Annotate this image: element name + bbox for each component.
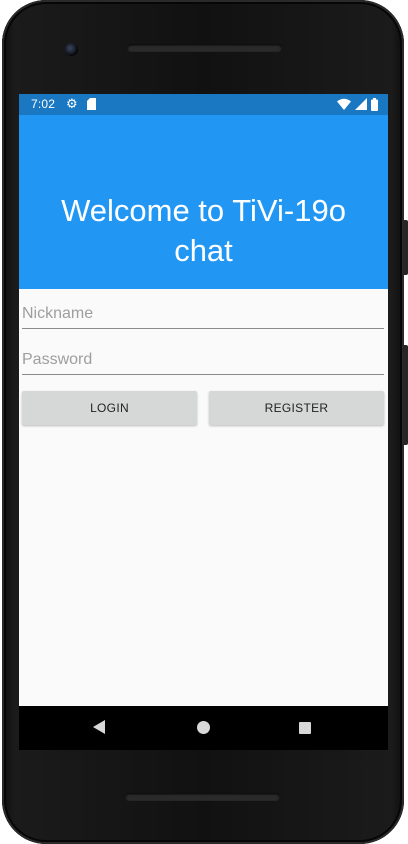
gear-icon: ⚙ [66,96,78,111]
back-icon[interactable] [93,720,105,734]
app-bar: Welcome to TiVi-19o chat [19,115,388,289]
volume-button [403,345,408,445]
page-title: Welcome to TiVi-19o chat [61,193,346,268]
navigation-bar [19,706,388,750]
cell-signal-icon [355,98,367,110]
register-button[interactable]: REGISTER [209,391,384,425]
power-button [403,220,408,275]
bottom-speaker [125,793,280,801]
password-input[interactable] [22,340,384,374]
nickname-field[interactable] [22,294,384,329]
status-right-icons [333,98,378,111]
status-time: 7:02 [31,97,56,111]
login-button[interactable]: LOGIN [22,391,197,425]
home-icon[interactable] [197,721,210,734]
recents-icon[interactable] [299,722,311,734]
top-speaker [127,44,282,52]
battery-icon [371,98,378,111]
password-field[interactable] [22,340,384,375]
sd-card-icon [87,98,96,113]
status-bar: 7:02 ⚙ [19,94,388,115]
front-camera-icon [65,43,78,56]
wifi-icon [337,98,351,110]
app-screen: 7:02 ⚙ Welcome to TiVi-19o chat LOGIN RE… [19,94,388,706]
nickname-input[interactable] [22,294,384,328]
phone-frame: 7:02 ⚙ Welcome to TiVi-19o chat LOGIN RE… [0,0,408,844]
